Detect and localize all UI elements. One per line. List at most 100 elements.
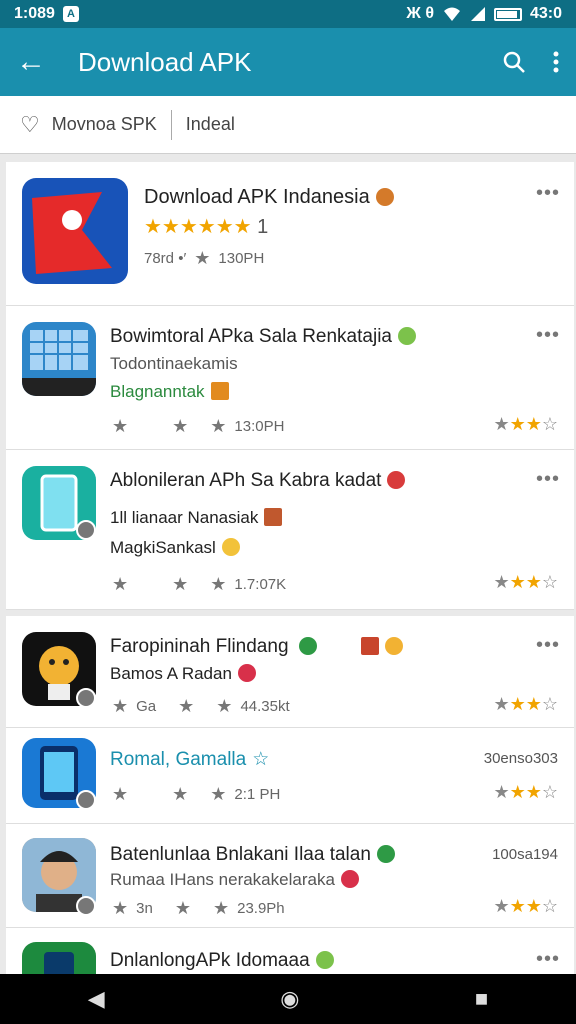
star-icon: ★: [178, 696, 195, 716]
app-subtitle: Rumaa IHans nerakakelaraka: [110, 870, 359, 890]
app-meta: ★ 3n ★ ★ 23.9Ph: [112, 898, 285, 918]
more-options-icon[interactable]: •••: [536, 634, 560, 657]
app-grid-icon: [22, 322, 96, 396]
nav-recent-button[interactable]: ■: [475, 986, 488, 1012]
download-badge-icon: [76, 688, 96, 708]
more-vert-icon[interactable]: [552, 50, 560, 74]
emoji-icon: [221, 538, 240, 556]
app-title: Download APK Indanesia: [144, 186, 394, 209]
nav-back-button[interactable]: ◀: [88, 986, 105, 1012]
divider: [170, 109, 172, 140]
app-tagline: MagkiSankasl: [110, 538, 240, 558]
star-icon: ★: [172, 784, 189, 804]
app-side-label: 30enso303: [483, 750, 558, 767]
star-rating: ★★★★★★ 1: [144, 216, 269, 238]
app-meta: ★ ★ ★ 13:0PH: [112, 416, 285, 436]
star-icon: ★: [112, 696, 129, 716]
filter-chip-secondary[interactable]: Indeal: [186, 114, 235, 135]
heart-emoji-icon: [237, 664, 256, 682]
app-meta: ★ ★ ★ 2:1 PH: [112, 784, 281, 804]
star-rating: ★★★☆: [493, 572, 558, 592]
star-icon: ★: [212, 898, 230, 918]
download-badge-icon: [76, 896, 96, 916]
status-clock-right: 43:0: [529, 5, 562, 22]
star-icon: ★: [194, 248, 211, 268]
download-badge-icon: [76, 790, 96, 810]
search-icon[interactable]: [502, 50, 526, 74]
star-icon: ★: [216, 696, 233, 716]
status-bar: 1:089 A Ж θ 43:0: [0, 0, 576, 28]
heart-icon[interactable]: ♡: [20, 112, 40, 138]
app-meta: ★ Ga ★ ★ 44.35kt: [112, 696, 290, 716]
list-item[interactable]: Ablonileran APh Sa Kabra kadat ••• 1ll l…: [6, 450, 574, 610]
app-subtitle: Todontinaekamis: [110, 354, 238, 373]
app-meta: 78rd •′ ★ 130PH: [144, 248, 265, 268]
signal-icons: Ж θ: [406, 5, 434, 22]
app-bar: ← Download APK: [0, 28, 576, 96]
more-options-icon[interactable]: •••: [536, 948, 560, 971]
battery-icon: [493, 7, 522, 21]
list-item[interactable]: Bowimtoral APka Sala Renkatajia ••• Todo…: [6, 306, 574, 450]
list-item[interactable]: Faropininah Flindang ••• Bamos A Radan ★…: [6, 616, 574, 728]
star-rating: ★★★☆: [493, 694, 558, 714]
status-time: 1:089: [14, 5, 55, 22]
star-icon: ★: [210, 416, 227, 436]
app-list: Download APK Indanesia ••• ★★★★★★ 1 78rd…: [6, 162, 574, 974]
star-icon: ★: [112, 784, 129, 804]
app-subtitle: 1ll lianaar Nanasiak: [110, 508, 283, 528]
back-arrow-icon[interactable]: ←: [16, 45, 60, 79]
app-bar-actions: [502, 50, 560, 74]
system-nav-bar: ◀ ◉ ■: [0, 974, 576, 1024]
star-rating: ★★★☆: [493, 896, 558, 916]
app-title: Batenlunlaa Bnlakani Ilaa talan: [110, 844, 395, 866]
list-item[interactable]: Batenlunlaa Bnlakani Ilaa talan 100sa194…: [6, 824, 574, 928]
emoji-icon: [375, 188, 394, 206]
app-flag-icon: [22, 178, 128, 284]
emoji-icon: [210, 382, 229, 400]
status-indicators: Ж θ 43:0: [406, 5, 562, 23]
star-icon: ★: [112, 416, 129, 436]
list-item[interactable]: Download APK Indanesia ••• ★★★★★★ 1 78rd…: [6, 162, 574, 306]
download-badge-icon: [76, 520, 96, 540]
cell-signal-icon: [470, 7, 485, 21]
star-rating: ★★★☆: [493, 782, 558, 802]
phone-icon: [298, 637, 317, 655]
star-icon: ★: [174, 898, 191, 918]
star-outline-icon: ☆: [252, 749, 270, 770]
emoji-icon: [387, 471, 406, 489]
app-title: Faropininah Flindang: [110, 636, 403, 658]
app-title: DnlanlongAPk Idomaaa: [110, 950, 334, 972]
star-icon: ★: [210, 574, 227, 594]
app-phone-icon: [22, 942, 96, 974]
filter-bar: ♡ Movnoa SPK Indeal: [0, 96, 576, 154]
star-icon: ★: [172, 574, 189, 594]
emoji-icon: [360, 637, 379, 655]
star-icon: ★: [112, 574, 129, 594]
star-icon: ★: [210, 784, 227, 804]
app-subtitle: Bamos A Radan: [110, 664, 256, 684]
app-meta: ★ ★ ★ 1.7:07K: [112, 574, 287, 594]
filter-chip-primary[interactable]: Movnoa SPK: [52, 114, 157, 135]
star-icon: ★: [112, 898, 129, 918]
app-title: Ablonileran APh Sa Kabra kadat: [110, 470, 406, 492]
more-options-icon[interactable]: •••: [536, 468, 560, 491]
wifi-icon: [443, 7, 460, 21]
app-tagline: Blagnanntak: [110, 382, 229, 402]
list-item[interactable]: Romal, Gamalla ☆ 30enso303 ★ ★ ★ 2:1 PH ★…: [6, 728, 574, 824]
star-rating: ★★★☆: [493, 414, 558, 434]
heart-emoji-icon: [340, 870, 359, 888]
app-title: Bowimtoral APka Sala Renkatajia: [110, 326, 416, 348]
emoji-icon: [397, 327, 416, 345]
emoji-icon: [315, 951, 334, 969]
list-item[interactable]: DnlanlongAPk Idomaaa •••: [6, 928, 574, 974]
phone-icon: [376, 845, 395, 863]
page-title: Download APK: [78, 46, 252, 77]
emoji-icon: [384, 637, 403, 655]
more-options-icon[interactable]: •••: [536, 182, 560, 205]
app-title: Romal, Gamalla ☆: [110, 749, 270, 770]
emoji-icon: [264, 508, 283, 526]
star-icon: ★: [172, 416, 189, 436]
nav-home-button[interactable]: ◉: [280, 986, 299, 1012]
more-options-icon[interactable]: •••: [536, 324, 560, 347]
notification-icon: A: [62, 6, 79, 22]
